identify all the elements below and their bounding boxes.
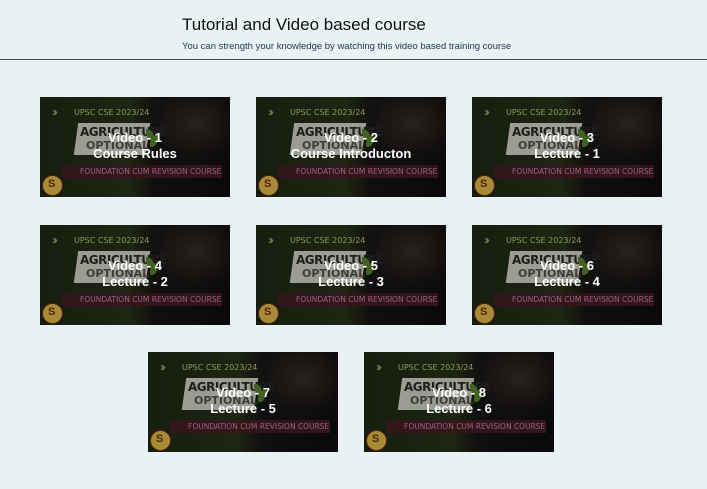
video-title: Lecture - 1 xyxy=(534,146,600,161)
video-number: Video - 5 xyxy=(324,258,378,273)
video-card-3[interactable]: ››› UPSC CSE 2023/24 AGRICULTURE OPTIONA… xyxy=(472,97,662,197)
video-card-6[interactable]: ››› UPSC CSE 2023/24 AGRICULTURE OPTIONA… xyxy=(472,225,662,325)
video-number: Video - 8 xyxy=(432,385,486,400)
video-caption: Video - 7 Lecture - 5 xyxy=(148,385,338,417)
video-title: Course Introducton xyxy=(290,146,412,161)
video-title: Lecture - 3 xyxy=(318,274,384,289)
video-caption: Video - 6 Lecture - 4 xyxy=(472,258,662,290)
video-number: Video - 3 xyxy=(540,130,594,145)
video-card-5[interactable]: ››› UPSC CSE 2023/24 AGRICULTURE OPTIONA… xyxy=(256,225,446,325)
video-caption: Video - 3 Lecture - 1 xyxy=(472,130,662,162)
page-title: Tutorial and Video based course xyxy=(182,15,426,34)
video-title: Lecture - 5 xyxy=(210,401,276,416)
video-card-4[interactable]: ››› UPSC CSE 2023/24 AGRICULTURE OPTIONA… xyxy=(40,225,230,325)
video-caption: Video - 5 Lecture - 3 xyxy=(256,258,446,290)
video-number: Video - 2 xyxy=(324,130,378,145)
video-caption: Video - 1 Course Rules xyxy=(40,130,230,162)
video-caption: Video - 4 Lecture - 2 xyxy=(40,258,230,290)
video-number: Video - 1 xyxy=(108,130,162,145)
video-caption: Video - 8 Lecture - 6 xyxy=(364,385,554,417)
video-title: Lecture - 2 xyxy=(102,274,168,289)
page-subtitle: You can strength your knowledge by watch… xyxy=(182,41,512,52)
video-number: Video - 6 xyxy=(540,258,594,273)
video-title: Course Rules xyxy=(93,146,177,161)
video-title: Lecture - 6 xyxy=(426,401,492,416)
video-card-2[interactable]: ››› UPSC CSE 2023/24 AGRICULTURE OPTIONA… xyxy=(256,97,446,197)
video-caption: Video - 2 Course Introducton xyxy=(256,130,446,162)
video-number: Video - 7 xyxy=(216,385,270,400)
video-card-8[interactable]: ››› UPSC CSE 2023/24 AGRICULTURE OPTIONA… xyxy=(364,352,554,452)
video-card-1[interactable]: ››› UPSC CSE 2023/24 AGRICULTURE OPTIONA… xyxy=(40,97,230,197)
video-card-7[interactable]: ››› UPSC CSE 2023/24 AGRICULTURE OPTIONA… xyxy=(148,352,338,452)
video-number: Video - 4 xyxy=(108,258,162,273)
video-title: Lecture - 4 xyxy=(534,274,600,289)
page-header: Tutorial and Video based course You can … xyxy=(0,0,707,60)
